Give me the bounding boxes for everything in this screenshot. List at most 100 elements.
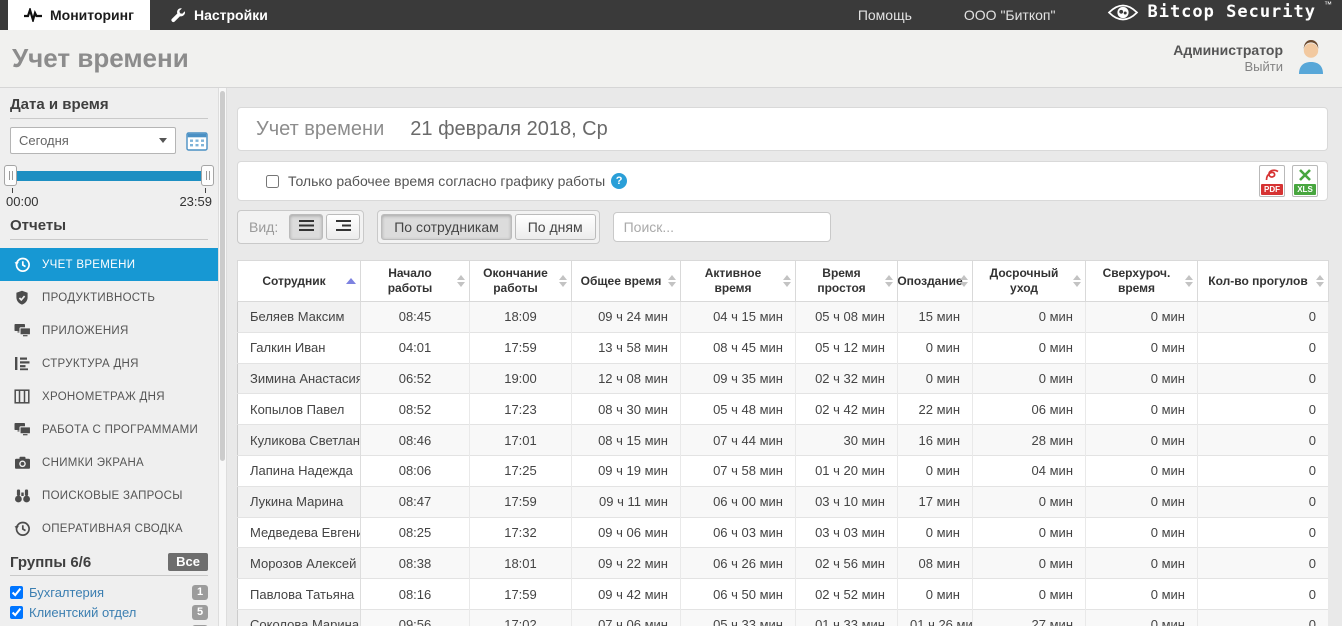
group-checkbox[interactable] (10, 586, 23, 599)
pdf-label: PDF (1261, 184, 1283, 195)
value-cell: 02 ч 52 мин (796, 579, 898, 610)
value-cell: 0 мин (973, 332, 1086, 363)
sidebar-scrollbar[interactable] (218, 88, 227, 626)
value-cell: 17:59 (470, 579, 572, 610)
table-row[interactable]: Галкин Иван04:0117:5913 ч 58 мин08 ч 45 … (238, 332, 1329, 363)
calendar-icon[interactable] (186, 131, 208, 151)
by-employees-button[interactable]: По сотрудникам (381, 214, 512, 240)
value-cell: 06 мин (973, 394, 1086, 425)
sort-icon (885, 275, 893, 287)
pdf-export-icon[interactable]: PDF (1259, 165, 1285, 197)
table-row[interactable]: Куликова Светлана08:4617:0108 ч 15 мин07… (238, 425, 1329, 456)
table-row[interactable]: Соколова Марина09:5617:0207 ч 06 мин05 ч… (238, 609, 1329, 626)
column-header-8[interactable]: Сверхуроч. время (1086, 261, 1198, 302)
value-cell: 0 мин (1086, 332, 1198, 363)
value-cell: 08:25 (361, 517, 470, 548)
column-header-4[interactable]: Активное время (681, 261, 796, 302)
value-cell: 06 ч 26 мин (681, 548, 796, 579)
column-header-0[interactable]: Сотрудник (238, 261, 361, 302)
table-row[interactable]: Копылов Павел08:5217:2308 ч 30 мин05 ч 4… (238, 394, 1329, 425)
employee-name-cell: Лукина Марина (238, 486, 361, 517)
value-cell: 08:52 (361, 394, 470, 425)
employee-name-cell: Беляев Максим (238, 302, 361, 333)
table-header-row: СотрудникНачало работыОкончание работыОб… (238, 261, 1329, 302)
brand-name: Bitcop Security (1147, 2, 1316, 22)
view-grouped-button[interactable] (326, 214, 360, 240)
xls-export-icon[interactable]: XLS (1292, 165, 1318, 197)
value-cell: 02 ч 42 мин (796, 394, 898, 425)
value-cell: 03 ч 10 мин (796, 486, 898, 517)
by-days-button[interactable]: По дням (515, 214, 596, 240)
scrollbar-thumb[interactable] (220, 91, 225, 461)
table-row[interactable]: Лапина Надежда08:0617:2509 ч 19 мин07 ч … (238, 455, 1329, 486)
value-cell: 0 (1198, 425, 1329, 456)
value-cell: 06 ч 00 мин (681, 486, 796, 517)
value-cell: 05 ч 08 мин (796, 302, 898, 333)
help-link[interactable]: Помощь (858, 7, 912, 23)
sidebar-item-2[interactable]: ПРИЛОЖЕНИЯ (0, 314, 218, 347)
employee-name-cell: Галкин Иван (238, 332, 361, 363)
column-header-9[interactable]: Кол-во прогулов (1198, 261, 1329, 302)
column-header-5[interactable]: Время простоя (796, 261, 898, 302)
tab-settings[interactable]: Настройки (154, 0, 284, 30)
binoculars-icon (12, 488, 32, 503)
group-label[interactable]: Клиентский отдел (29, 605, 186, 620)
sidebar-menu: УЧЕТ ВРЕМЕНИ ПРОДУКТИВНОСТЬ ПРИЛОЖЕНИЯСТРУ… (0, 248, 218, 545)
employee-name-cell: Лапина Надежда (238, 455, 361, 486)
groups-title: Группы 6/6 (10, 554, 91, 571)
slider-handle-start[interactable] (4, 165, 17, 186)
table-row[interactable]: Беляев Максим08:4518:0909 ч 24 мин04 ч 1… (238, 302, 1329, 333)
value-cell: 17:59 (470, 332, 572, 363)
group-label[interactable]: Бухгалтерия (29, 585, 186, 600)
tab-monitoring[interactable]: Мониторинг (8, 0, 150, 30)
day-structure-icon (12, 356, 32, 371)
employee-name-cell: Морозов Алексей (238, 548, 361, 579)
groups-all-button[interactable]: Все (168, 553, 208, 571)
value-cell: 0 мин (898, 332, 973, 363)
table-row[interactable]: Медведева Евгения08:2517:3209 ч 06 мин06… (238, 517, 1329, 548)
table-row[interactable]: Морозов Алексей08:3818:0109 ч 22 мин06 ч… (238, 548, 1329, 579)
value-cell: 27 мин (973, 609, 1086, 626)
value-cell: 01 ч 33 мин (796, 609, 898, 626)
help-question-icon[interactable]: ? (611, 173, 627, 189)
value-cell: 0 мин (898, 579, 973, 610)
column-header-2[interactable]: Окончание работы (470, 261, 572, 302)
employee-name-cell: Куликова Светлана (238, 425, 361, 456)
sidebar-item-0[interactable]: УЧЕТ ВРЕМЕНИ (0, 248, 218, 281)
view-list-button[interactable] (289, 214, 323, 240)
sidebar-item-7[interactable]: ПОИСКОВЫЕ ЗАПРОСЫ (0, 479, 218, 512)
camera-icon (12, 455, 32, 470)
sidebar-item-4[interactable]: ХРОНОМЕТРАЖ ДНЯ (0, 380, 218, 413)
table-row[interactable]: Зимина Анастасия06:5219:0012 ч 08 мин09 … (238, 363, 1329, 394)
time-table: СотрудникНачало работыОкончание работыОб… (237, 260, 1329, 626)
date-preset-select[interactable]: Сегодня (10, 127, 176, 154)
sidebar-item-1[interactable]: ПРОДУКТИВНОСТЬ (0, 281, 218, 314)
worktime-only-checkbox[interactable] (266, 175, 279, 188)
column-header-1[interactable]: Начало работы (361, 261, 470, 302)
value-cell: 0 мин (973, 486, 1086, 517)
company-link[interactable]: ООО "Биткоп" (964, 7, 1056, 23)
table-row[interactable]: Павлова Татьяна08:1617:5909 ч 42 мин06 ч… (238, 579, 1329, 610)
value-cell: 17:01 (470, 425, 572, 456)
avatar[interactable] (1292, 37, 1330, 80)
search-input[interactable] (613, 212, 831, 242)
sidebar-item-5[interactable]: РАБОТА С ПРОГРАММАМИ (0, 413, 218, 446)
sidebar-item-6[interactable]: СНИМКИ ЭКРАНА (0, 446, 218, 479)
value-cell: 08 ч 30 мин (572, 394, 681, 425)
value-cell: 08:16 (361, 579, 470, 610)
value-cell: 0 мин (1086, 486, 1198, 517)
column-header-7[interactable]: Досрочный уход (973, 261, 1086, 302)
history-clock-icon (12, 520, 32, 537)
logout-link[interactable]: Выйти (1173, 59, 1283, 75)
column-label: Сверхуроч. время (1090, 266, 1183, 296)
value-cell: 12 ч 08 мин (572, 363, 681, 394)
sidebar-item-label: ПРОДУКТИВНОСТЬ (42, 292, 155, 304)
column-header-3[interactable]: Общее время (572, 261, 681, 302)
slider-handle-end[interactable] (201, 165, 214, 186)
group-checkbox[interactable] (10, 606, 23, 619)
column-header-6[interactable]: Опоздание (898, 261, 973, 302)
sidebar-item-3[interactable]: СТРУКТУРА ДНЯ (0, 347, 218, 380)
value-cell: 0 мин (1086, 517, 1198, 548)
sidebar-item-8[interactable]: ОПЕРАТИВНАЯ СВОДКА (0, 512, 218, 545)
table-row[interactable]: Лукина Марина08:4717:5909 ч 11 мин06 ч 0… (238, 486, 1329, 517)
